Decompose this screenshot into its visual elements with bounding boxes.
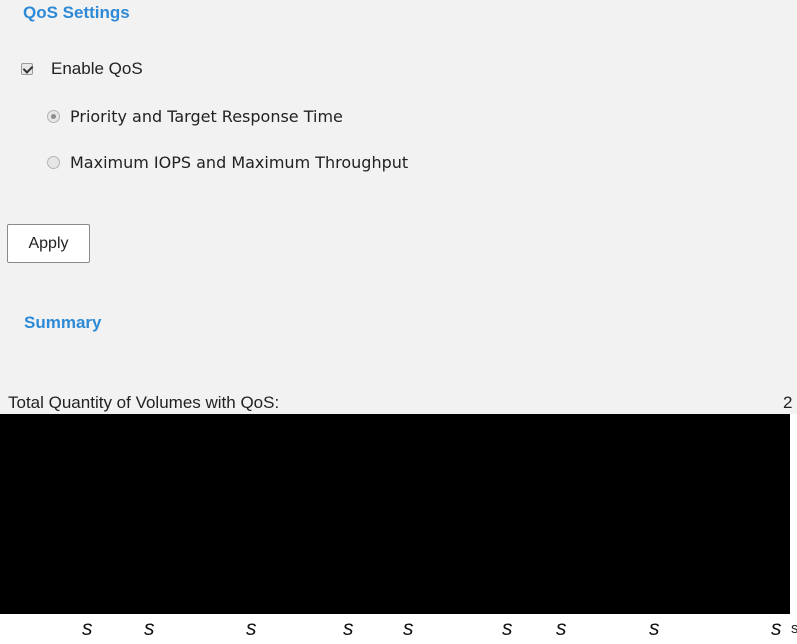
s-mark: s: [246, 617, 257, 640]
apply-button[interactable]: Apply: [7, 224, 90, 263]
max-iops-option[interactable]: Maximum IOPS and Maximum Throughput: [47, 151, 408, 173]
s-mark: s: [144, 617, 155, 640]
enable-qos-option[interactable]: Enable QoS: [21, 58, 143, 80]
total-volumes-label: Total Quantity of Volumes with QoS:: [8, 393, 280, 412]
priority-response-radio[interactable]: [47, 109, 60, 123]
max-iops-radio[interactable]: [47, 155, 60, 169]
summary-title: Summary: [24, 313, 102, 332]
s-mark-row: s s s s s s s s s: [0, 617, 797, 644]
priority-response-option[interactable]: Priority and Target Response Time: [47, 105, 343, 127]
s-mark: s: [82, 617, 93, 640]
settings-panel: QoS Settings Enable QoS Priority and Tar…: [0, 0, 797, 414]
enable-qos-label: Enable QoS: [51, 59, 143, 78]
priority-response-label: Priority and Target Response Time: [70, 106, 343, 126]
s-mark: s: [771, 617, 782, 640]
enable-qos-checkbox[interactable]: [21, 63, 33, 75]
s-mark: s: [556, 617, 567, 640]
max-iops-label: Maximum IOPS and Maximum Throughput: [70, 152, 409, 172]
s-mark: s: [343, 617, 354, 640]
total-volumes-row: Total Quantity of Volumes with QoS: 2: [0, 393, 797, 414]
qos-page: QoS Settings Enable QoS Priority and Tar…: [0, 0, 797, 644]
redacted-region: [0, 414, 790, 614]
qos-settings-title: QoS Settings: [23, 3, 130, 22]
s-mark: s: [403, 617, 414, 640]
s-mark: s: [502, 617, 513, 640]
total-volumes-value: 2: [783, 393, 793, 412]
s-mark: s: [649, 617, 660, 640]
